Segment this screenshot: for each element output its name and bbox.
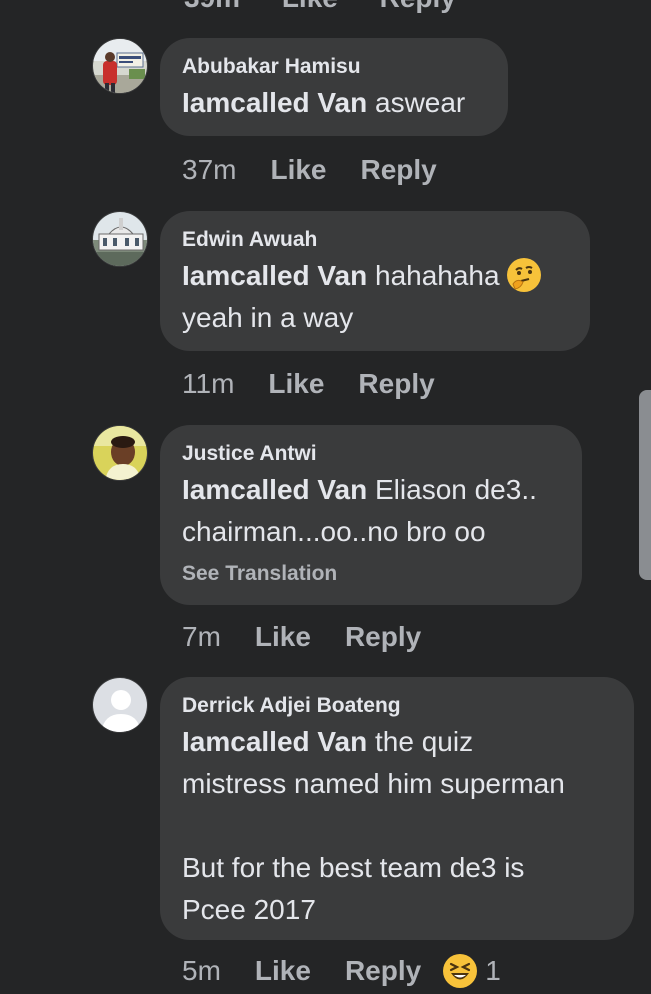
like-button[interactable]: Like <box>282 0 338 13</box>
scrollbar[interactable] <box>639 390 651 580</box>
comment-bubble[interactable]: Justice Antwi Iamcalled Van Eliason de3.… <box>160 425 582 605</box>
person-photo-avatar[interactable] <box>92 425 148 481</box>
reply-button[interactable]: Reply <box>345 619 421 655</box>
comment-actions: 37m Like Reply <box>182 152 437 188</box>
previous-comment-actions: 39m Like Reply <box>184 0 490 13</box>
like-button[interactable]: Like <box>255 619 311 655</box>
comment-bubble[interactable]: Abubakar Hamisu Iamcalled Van aswear <box>160 38 508 136</box>
comment-text: Iamcalled Van the quiz mistress named hi… <box>182 721 612 931</box>
like-button[interactable]: Like <box>255 953 311 989</box>
reply-button[interactable]: Reply <box>345 953 421 989</box>
reply-button[interactable]: Reply <box>361 152 437 188</box>
comment-text: Iamcalled Van Eliason de3.. chairman...o… <box>182 469 560 553</box>
comment-time: 7m <box>182 621 221 652</box>
thinking-face-emoji <box>507 257 542 292</box>
see-translation-link[interactable]: See Translation <box>182 559 560 589</box>
comment-text: Iamcalled Van aswear <box>182 82 486 124</box>
comment-actions: 7m Like Reply <box>182 619 421 655</box>
comment-body-line2: yeah in a way <box>182 302 354 333</box>
reaction-summary[interactable]: 1 <box>443 953 501 989</box>
comment-body: hahahaha <box>367 260 508 291</box>
comment-actions: 5m Like Reply 1 <box>182 953 501 989</box>
reaction-count: 1 <box>485 955 501 986</box>
mention-link[interactable]: Iamcalled Van <box>182 87 367 118</box>
mention-link[interactable]: Iamcalled Van <box>182 726 367 757</box>
building-photo-avatar[interactable] <box>92 211 148 267</box>
default-avatar[interactable] <box>92 677 148 733</box>
mention-link[interactable]: Iamcalled Van <box>182 260 367 291</box>
comment-time: 39m <box>184 0 240 13</box>
comment-text: Iamcalled Van hahahaha yeah in a way <box>182 255 568 339</box>
comment-time: 37m <box>182 154 237 185</box>
mention-link[interactable]: Iamcalled Van <box>182 474 367 505</box>
comment-author[interactable]: Abubakar Hamisu <box>182 54 486 80</box>
comment-body: aswear <box>367 87 466 118</box>
laughing-squint-emoji <box>443 954 478 988</box>
comments-screen: 39m Like Reply Abubakar Hamisu Iamcalled… <box>0 0 651 994</box>
school-photo-avatar[interactable] <box>92 38 148 94</box>
comment-author[interactable]: Edwin Awuah <box>182 227 568 253</box>
like-button[interactable]: Like <box>268 366 324 402</box>
reply-button[interactable]: Reply <box>380 0 456 13</box>
comment-time: 11m <box>182 368 235 399</box>
comment-bubble[interactable]: Edwin Awuah Iamcalled Van hahahaha yeah … <box>160 211 590 351</box>
comment-bubble[interactable]: Derrick Adjei Boateng Iamcalled Van the … <box>160 677 634 940</box>
comment-time: 5m <box>182 955 221 986</box>
like-button[interactable]: Like <box>270 152 326 188</box>
comment-author[interactable]: Derrick Adjei Boateng <box>182 693 612 719</box>
reply-button[interactable]: Reply <box>358 366 434 402</box>
comment-actions: 11m Like Reply <box>182 366 435 402</box>
comment-author[interactable]: Justice Antwi <box>182 441 560 467</box>
